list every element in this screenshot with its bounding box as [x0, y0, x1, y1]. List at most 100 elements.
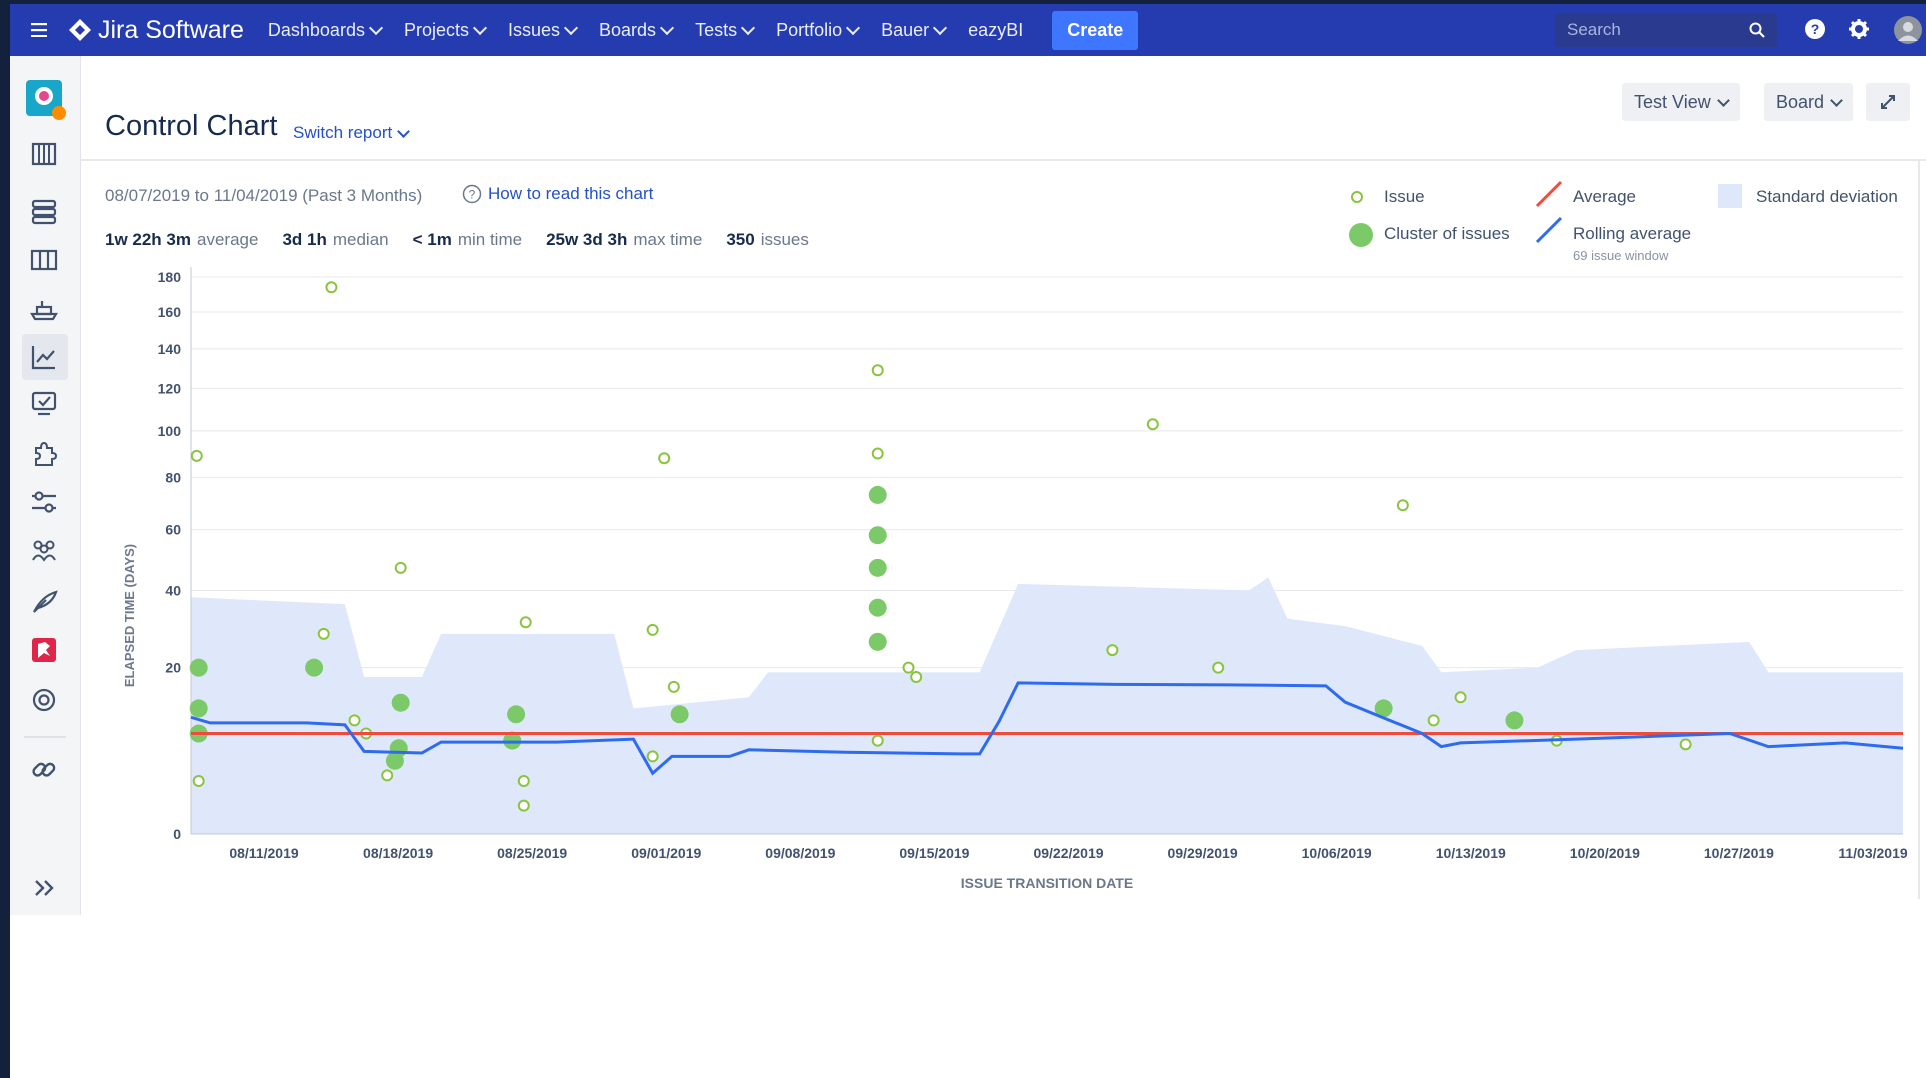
issue-point: [519, 616, 532, 629]
test-view-dropdown[interactable]: Test View: [1622, 83, 1740, 121]
issue-point: [871, 364, 884, 377]
issue-point: [1454, 691, 1467, 704]
search-input[interactable]: Search: [1555, 13, 1777, 47]
sidebar-divider: [24, 736, 66, 738]
y-tick-label: 20: [165, 660, 181, 676]
issue-point: [381, 769, 394, 782]
jira-window: Jira Software Dashboards Projects Issues…: [10, 4, 1926, 915]
issue-point: [646, 750, 659, 763]
switch-report-button[interactable]: Switch report: [293, 123, 411, 143]
chevron-down-icon: [563, 20, 579, 35]
issue-point: [517, 774, 530, 787]
issue-point: [325, 281, 338, 294]
menu-icon[interactable]: [10, 23, 68, 37]
issue-point: [1679, 738, 1692, 751]
nav-label: Bauer: [881, 19, 930, 40]
nav-label: Dashboards: [267, 19, 365, 40]
issue-cluster-point: [189, 699, 208, 718]
nav-boards[interactable]: Boards: [599, 19, 675, 41]
x-tick-label: 10/13/2019: [1436, 845, 1506, 861]
chevron-down-icon: [741, 20, 756, 35]
nav-bauer[interactable]: Bauer: [881, 19, 948, 41]
chevron-down-icon: [659, 20, 675, 35]
issue-cluster-point: [1505, 711, 1524, 730]
issue-point: [190, 449, 203, 462]
backlog-icon[interactable]: [28, 138, 60, 170]
jira-logo[interactable]: Jira Software: [68, 16, 244, 45]
nav-ezybi[interactable]: eazyBI: [968, 20, 1023, 41]
nav-label: Tests: [695, 19, 738, 40]
x-tick-label: 09/15/2019: [899, 845, 969, 861]
issue-cluster-point: [868, 485, 887, 504]
board-dropdown[interactable]: Board: [1764, 83, 1854, 121]
target-icon[interactable]: [28, 684, 60, 716]
nav-issues[interactable]: Issues: [507, 19, 579, 41]
issue-point: [348, 714, 361, 727]
switch-report-label: Switch report: [293, 123, 393, 142]
ship-icon[interactable]: [28, 292, 60, 324]
nav-portfolio[interactable]: Portfolio: [776, 20, 861, 41]
nav-projects[interactable]: Projects: [404, 20, 488, 41]
help-icon[interactable]: ?: [1804, 18, 1826, 40]
team-icon[interactable]: [28, 534, 60, 566]
y-tick-label: 160: [158, 304, 182, 320]
x-tick-label: 10/27/2019: [1704, 845, 1774, 861]
issue-cluster-point: [189, 658, 208, 677]
chevron-down-icon: [933, 20, 948, 35]
fullscreen-button[interactable]: [1866, 83, 1910, 121]
gear-icon[interactable]: [1848, 18, 1870, 40]
test-view-label: Test View: [1634, 91, 1711, 112]
link-icon[interactable]: [28, 754, 60, 786]
page-title: Control Chart: [105, 110, 278, 142]
nav-tests[interactable]: Tests: [695, 19, 756, 41]
nav-label: eazyBI: [968, 19, 1024, 40]
svg-text:?: ?: [1811, 21, 1820, 37]
issue-point: [667, 680, 680, 693]
issue-point: [646, 623, 659, 636]
issue-point: [517, 799, 530, 812]
app-addon-icon[interactable]: [28, 634, 60, 666]
nav-dashboards[interactable]: Dashboards: [267, 19, 384, 41]
project-sidebar: [10, 56, 81, 915]
control-chart[interactable]: 0 20 40 60 80 100 120 140 160 180 08/11/2019 08/18/…: [80, 159, 1918, 899]
chevron-down-icon: [1716, 93, 1730, 107]
issue-point: [317, 627, 330, 640]
avatar[interactable]: [1894, 16, 1922, 44]
x-tick-label: 08/11/2019: [229, 845, 299, 861]
x-tick-label: 08/25/2019: [497, 845, 567, 861]
y-tick-label: 40: [165, 582, 181, 598]
board-icon[interactable]: [28, 244, 60, 276]
issue-cluster-point: [868, 598, 887, 617]
chevron-down-icon: [846, 20, 861, 35]
expand-sidebar-icon[interactable]: [28, 872, 60, 904]
x-tick-label: 11/03/2019: [1838, 845, 1908, 861]
y-tick-label: 0: [173, 826, 181, 842]
project-avatar-icon[interactable]: [24, 78, 66, 120]
issue-cluster-point: [868, 558, 887, 577]
feather-icon[interactable]: [28, 586, 60, 618]
reports-icon[interactable]: [28, 341, 60, 373]
issue-cluster-point: [391, 693, 410, 712]
issue-point: [1212, 661, 1225, 674]
issue-point: [910, 671, 923, 684]
create-button[interactable]: Create: [1052, 10, 1139, 50]
puzzle-icon[interactable]: [28, 438, 60, 470]
issue-point: [1427, 714, 1440, 727]
x-tick-label: 09/01/2019: [631, 845, 701, 861]
issue-point: [192, 774, 205, 787]
y-tick-label: 100: [158, 423, 182, 439]
settings-sliders-icon[interactable]: [28, 486, 60, 518]
x-tick-label: 10/20/2019: [1570, 845, 1640, 861]
test-board-icon[interactable]: [28, 388, 60, 420]
x-tick-label: 10/06/2019: [1302, 845, 1372, 861]
issue-point: [658, 452, 671, 465]
issue-point: [394, 561, 407, 574]
x-tick-label: 09/22/2019: [1033, 845, 1103, 861]
nav-label: Boards: [599, 19, 657, 40]
issue-point: [871, 734, 884, 747]
issue-cluster-point: [507, 705, 526, 724]
releases-icon[interactable]: [28, 196, 60, 228]
nav-label: Issues: [507, 19, 561, 40]
issue-cluster-point: [305, 658, 324, 677]
scrollbar-track[interactable]: [1918, 159, 1920, 899]
